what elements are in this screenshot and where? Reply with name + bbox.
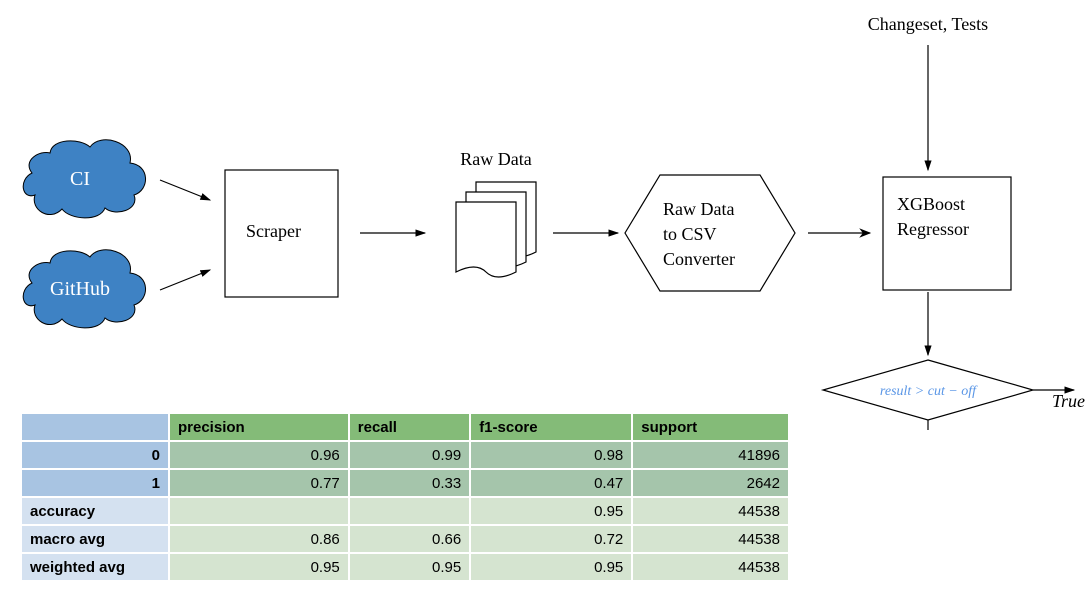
cell: 0.33 xyxy=(349,469,470,497)
table-row: macro avg 0.86 0.66 0.72 44538 xyxy=(21,525,789,553)
table-row: accuracy 0.95 44538 xyxy=(21,497,789,525)
cell xyxy=(349,497,470,525)
cell: 0.86 xyxy=(169,525,349,553)
cell: 44538 xyxy=(632,553,789,581)
converter-l1: Raw Data xyxy=(663,199,734,219)
cell: 0.96 xyxy=(169,441,349,469)
cell: 0.77 xyxy=(169,469,349,497)
cell: 41896 xyxy=(632,441,789,469)
header-recall: recall xyxy=(349,413,470,441)
cell: 0.95 xyxy=(470,497,632,525)
scraper-label: Scraper xyxy=(246,221,301,241)
cell: 0.47 xyxy=(470,469,632,497)
cell: 0.95 xyxy=(169,553,349,581)
header-support: support xyxy=(632,413,789,441)
cloud-github: GitHub xyxy=(23,250,145,328)
true-label: True xyxy=(1052,391,1085,411)
cell xyxy=(169,497,349,525)
table-row: 0 0.96 0.99 0.98 41896 xyxy=(21,441,789,469)
header-precision: precision xyxy=(169,413,349,441)
decision-text: result > cut − off xyxy=(880,384,978,399)
converter-l2: to CSV xyxy=(663,224,717,244)
cell: 44538 xyxy=(632,525,789,553)
arrow-github-scraper xyxy=(160,270,210,290)
cell: 0.72 xyxy=(470,525,632,553)
row-label-1: 1 xyxy=(21,469,169,497)
arrow-ci-scraper xyxy=(160,180,210,200)
table-header-row: precision recall f1-score support xyxy=(21,413,789,441)
table-row: weighted avg 0.95 0.95 0.95 44538 xyxy=(21,553,789,581)
row-label-weighted: weighted avg xyxy=(21,553,169,581)
header-f1: f1-score xyxy=(470,413,632,441)
cell: 0.66 xyxy=(349,525,470,553)
cloud-ci: CI xyxy=(23,140,145,218)
cell: 0.95 xyxy=(470,553,632,581)
raw-data-label: Raw Data xyxy=(460,149,531,169)
top-label: Changeset, Tests xyxy=(868,14,988,34)
cell: 2642 xyxy=(632,469,789,497)
cell: 0.99 xyxy=(349,441,470,469)
raw-data-icon xyxy=(456,182,536,277)
table-row: 1 0.77 0.33 0.47 2642 xyxy=(21,469,789,497)
cell: 44538 xyxy=(632,497,789,525)
header-blank xyxy=(21,413,169,441)
row-label-0: 0 xyxy=(21,441,169,469)
pipeline-diagram: Changeset, Tests CI GitHub Scraper Raw D… xyxy=(0,0,1087,430)
cloud-ci-label: CI xyxy=(70,168,90,190)
converter-l3: Converter xyxy=(663,249,735,269)
cell: 0.98 xyxy=(470,441,632,469)
xgb-l2: Regressor xyxy=(897,219,969,239)
row-label-macro: macro avg xyxy=(21,525,169,553)
cell: 0.95 xyxy=(349,553,470,581)
metrics-table: precision recall f1-score support 0 0.96… xyxy=(20,412,790,582)
cloud-github-label: GitHub xyxy=(50,278,110,300)
row-label-accuracy: accuracy xyxy=(21,497,169,525)
xgb-l1: XGBoost xyxy=(897,194,965,214)
